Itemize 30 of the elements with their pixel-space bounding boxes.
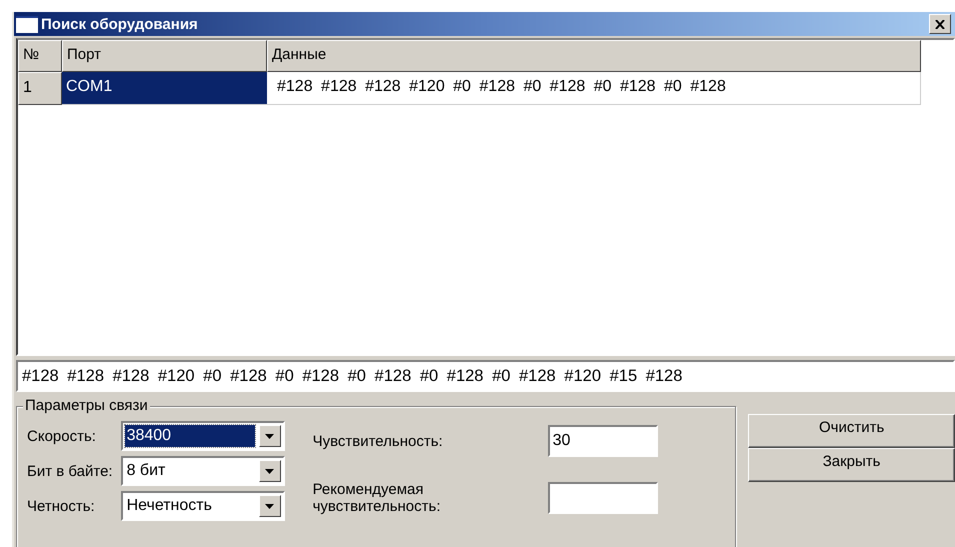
dropdown-field[interactable]: 8 бит [120,456,285,486]
close-button[interactable] [929,14,951,34]
dialog-button[interactable]: Очистить [748,414,955,448]
recommended-sensitivity-field[interactable] [548,482,658,514]
group-title: Параметры связи [23,397,150,414]
column-header[interactable]: Данные [267,40,921,72]
field-label: Чувствительность: [312,432,444,450]
field-label: Рекомендуемая чувствительность: [312,481,442,515]
sensitivity-field[interactable]: 30 [548,425,658,457]
table-cell: #128 #128 #128 #120 #0 #128 #0 #128 #0 #128 #0 #128 [267,72,921,105]
field-label: Бит в байте: [27,462,113,480]
dropdown-value: 38400 [124,425,255,447]
column-header[interactable]: Порт [62,40,267,72]
dropdown-arrow-icon[interactable] [265,504,274,508]
dropdown-value: Нечетность [126,496,213,516]
field-label: Скорость: [27,428,97,444]
dialog-button[interactable]: Закрыть [748,448,955,482]
close-icon [935,20,945,28]
dropdown-field[interactable]: 38400 [120,421,285,451]
row-number-cell: 1 [18,72,62,105]
window-title: Поиск оборудования [41,16,199,32]
data-output-field: #128 #128 #128 #120 #0 #128 #0 #128 #0 #128 #0 #128 #0 #128 #120 #15 #128 [16,360,955,392]
column-header[interactable]: № [18,40,62,72]
field-label: Четность: [27,498,96,514]
dropdown-arrow-icon[interactable] [265,434,274,438]
dropdown-arrow-icon[interactable] [265,468,274,474]
table-cell: COM1 [62,72,267,105]
dropdown-field[interactable]: Нечетность [120,491,285,521]
window-icon [16,16,38,32]
dropdown-value: 8 бит [126,461,166,481]
